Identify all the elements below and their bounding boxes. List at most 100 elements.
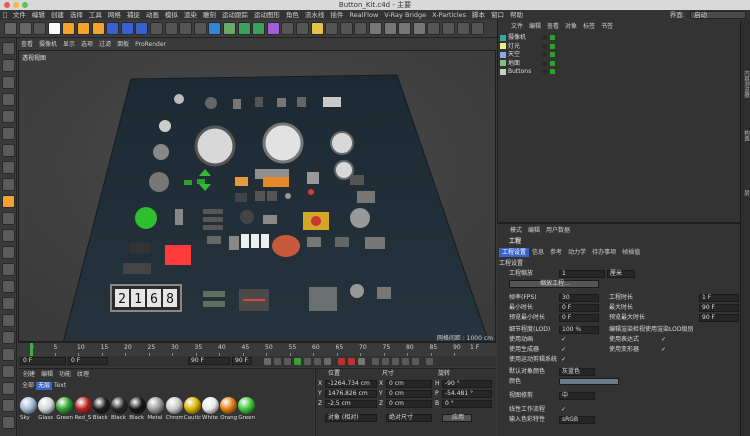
coords-size-field[interactable]: 0 cm xyxy=(386,400,432,408)
object-menu-item[interactable]: 对象 xyxy=(562,22,580,31)
menu-item[interactable]: 选择 xyxy=(67,10,86,20)
menu-item[interactable]: V-Ray Bridge xyxy=(381,10,429,20)
coords-apply-button[interactable]: 应用 xyxy=(442,414,472,422)
viewport-menu-item[interactable]: 面板 xyxy=(114,40,132,49)
object-visibility-dots[interactable] xyxy=(542,69,547,74)
point-mode-button[interactable] xyxy=(369,22,382,35)
coords-position-field[interactable]: -2.5 cm xyxy=(325,400,377,408)
coords-mode-dropdown[interactable]: 对象 (相对) xyxy=(325,414,377,422)
axis-tool-button[interactable] xyxy=(2,93,15,106)
attr-field-project-time[interactable]: 1 F xyxy=(699,294,739,302)
enable-axis-button[interactable] xyxy=(427,22,441,35)
material-swatch[interactable] xyxy=(220,397,238,414)
render-picture-button[interactable] xyxy=(179,22,193,35)
material-menu-item[interactable]: 纹理 xyxy=(74,370,92,379)
material-swatch[interactable] xyxy=(129,397,147,414)
attr-field-obj-color[interactable]: 灰蓝色 xyxy=(559,368,595,376)
attribute-tab[interactable]: 动力学 xyxy=(565,248,589,257)
zoom-window-button[interactable] xyxy=(22,2,28,8)
bridge-tool-button[interactable] xyxy=(2,314,15,327)
timeline-ruler[interactable]: 0510152025303540455055606570758085901 F xyxy=(18,342,496,356)
undo-button[interactable] xyxy=(4,22,17,35)
viewport-menu-item[interactable]: 摄像机 xyxy=(36,40,60,49)
interface-dropdown[interactable]: 启动 xyxy=(690,11,746,19)
minimize-window-button[interactable] xyxy=(13,2,19,8)
tweak-tool-button[interactable] xyxy=(2,382,15,395)
material-swatch[interactable] xyxy=(238,397,256,414)
model-tool-button[interactable] xyxy=(2,59,15,72)
attr-checkbox[interactable]: ✓ xyxy=(561,357,567,363)
z-axis-button[interactable] xyxy=(135,22,149,35)
edge-tool-button[interactable] xyxy=(2,127,15,140)
move-button[interactable] xyxy=(47,22,61,35)
attr-checkbox[interactable]: ✓ xyxy=(661,347,667,353)
cube-button[interactable] xyxy=(208,22,222,35)
render-settings-button[interactable] xyxy=(193,22,207,35)
coords-position-field[interactable]: 1476.826 cm xyxy=(325,390,377,398)
viewport-menu-item[interactable]: 显示 xyxy=(60,40,78,49)
coords-rotation-field[interactable]: -90 ° xyxy=(442,380,492,388)
live-select-button[interactable] xyxy=(33,22,47,35)
viewport-menu-item[interactable]: 选项 xyxy=(78,40,96,49)
attr-checkbox[interactable]: ✓ xyxy=(561,337,567,343)
knife-tool-button[interactable] xyxy=(2,297,15,310)
next-key-button[interactable] xyxy=(314,358,321,365)
menu-item[interactable]: 插件 xyxy=(327,10,346,20)
current-frame-field[interactable]: 0 F xyxy=(20,357,66,365)
extrude-tool-button[interactable] xyxy=(2,331,15,344)
locked-workplane-button[interactable] xyxy=(2,229,15,242)
apple-icon[interactable]:  xyxy=(0,10,10,20)
object-menu-item[interactable]: 编辑 xyxy=(526,22,544,31)
camera-button[interactable] xyxy=(296,22,309,35)
scale-key-button[interactable] xyxy=(392,358,399,365)
attr-scale-button[interactable]: 缩放工程... xyxy=(509,280,599,288)
menu-item[interactable]: 运动跟踪 xyxy=(219,10,251,20)
prev-key-button[interactable] xyxy=(274,358,281,365)
material-swatch[interactable] xyxy=(74,397,92,414)
coords-rotation-field[interactable]: -54.481 ° xyxy=(442,390,492,398)
material-swatch[interactable] xyxy=(20,397,37,414)
workplane-button[interactable] xyxy=(456,22,470,35)
attribute-tab[interactable]: 帧插值 xyxy=(619,248,643,257)
move-key-button[interactable] xyxy=(372,358,379,365)
uv-mode-button[interactable] xyxy=(412,22,426,35)
material-swatch[interactable] xyxy=(183,397,201,414)
perspective-viewport[interactable]: 2 1 6 8 透视视图 网格间距 : 1000 cm xyxy=(18,50,496,342)
object-visibility-dots[interactable] xyxy=(542,60,547,66)
timeline-playhead[interactable] xyxy=(30,343,33,356)
material-menu-item[interactable]: 功能 xyxy=(56,370,74,379)
attr-checkbox[interactable]: ✓ xyxy=(661,337,667,343)
grid-button-top[interactable] xyxy=(471,22,485,35)
subdivision-button[interactable] xyxy=(237,22,251,35)
coords-size-field[interactable]: 0 cm xyxy=(386,390,432,398)
attribute-menu-item[interactable]: 编辑 xyxy=(525,226,543,235)
material-tab[interactable]: Text xyxy=(52,382,68,390)
menu-item[interactable]: 渲染 xyxy=(181,10,200,20)
point-tool-button[interactable] xyxy=(2,110,15,123)
coords-rotation-field[interactable]: 0 ° xyxy=(442,400,492,408)
attr-field-max-time[interactable]: 90 F xyxy=(699,304,739,312)
menu-item[interactable]: 模拟 xyxy=(162,10,181,20)
attr-checkbox[interactable]: ✓ xyxy=(561,347,567,353)
polygon-tool-button[interactable] xyxy=(2,144,15,157)
object-menu-item[interactable]: 文件 xyxy=(508,22,526,31)
menu-item[interactable]: 工具 xyxy=(86,10,105,20)
side-tab[interactable]: 内容浏览器 xyxy=(742,70,750,98)
start-frame-field[interactable]: 0 F xyxy=(68,357,108,365)
material-swatch[interactable] xyxy=(56,397,74,414)
workplane-tool-button[interactable] xyxy=(2,212,15,225)
menu-item[interactable]: 帮助 xyxy=(507,10,526,20)
object-row[interactable]: 灯光 xyxy=(500,43,680,51)
edge-mode-button[interactable] xyxy=(383,22,397,35)
y-axis-button[interactable] xyxy=(120,22,134,35)
menu-item[interactable]: 文件 xyxy=(10,10,29,20)
record-button[interactable] xyxy=(338,358,345,365)
attribute-menu-item[interactable]: 模式 xyxy=(507,226,525,235)
side-tab[interactable]: 构造 xyxy=(742,130,750,141)
lasso-tool-button[interactable] xyxy=(2,280,15,293)
material-swatch[interactable] xyxy=(147,397,165,414)
menu-item[interactable]: 雕刻 xyxy=(200,10,219,20)
x-axis-button[interactable] xyxy=(106,22,120,35)
attr-scale-unit[interactable]: 厘米 xyxy=(607,270,635,278)
next-frame-button[interactable] xyxy=(304,358,311,365)
